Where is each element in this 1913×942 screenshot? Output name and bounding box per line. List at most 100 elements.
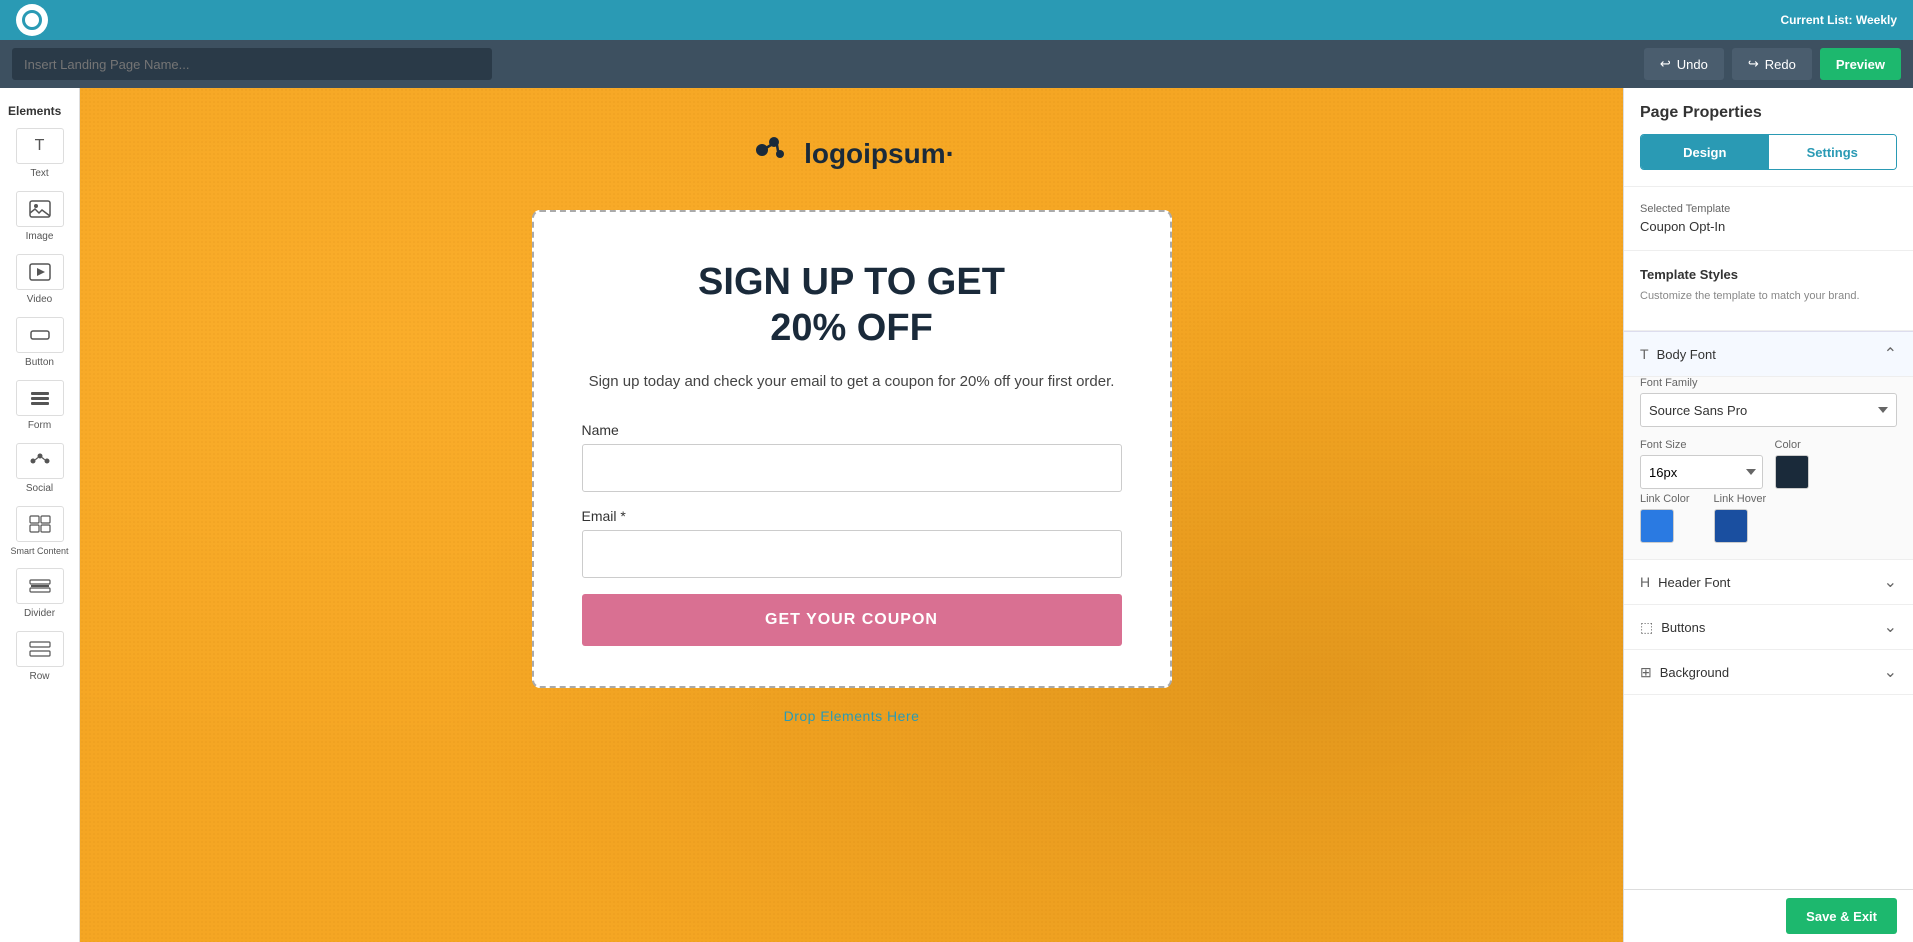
right-panel-header: Page Properties Design Settings	[1624, 88, 1913, 187]
header-font-chevron-icon	[1884, 572, 1897, 592]
topbar: Current List: Weekly	[0, 0, 1913, 40]
canvas-area: logoipsum· SIGN UP TO GET 20% OFF Sign u…	[80, 88, 1623, 942]
social-element-icon	[16, 443, 64, 479]
elements-panel: Elements T Text Image Video Button	[0, 88, 80, 942]
element-form[interactable]: Form	[0, 374, 79, 437]
selected-template-label: Selected Template	[1640, 203, 1897, 215]
image-element-label: Image	[26, 231, 54, 242]
selected-template-section: Selected Template Coupon Opt-In	[1624, 187, 1913, 251]
template-styles-title: Template Styles	[1640, 267, 1897, 282]
preview-button[interactable]: Preview	[1820, 48, 1901, 80]
font-family-row: Font Family Source Sans Pro Arial Georgi…	[1640, 377, 1897, 427]
buttons-label: Buttons	[1661, 620, 1705, 635]
body-font-expanded-section: Font Family Source Sans Pro Arial Georgi…	[1624, 377, 1913, 560]
buttons-icon: ⬚	[1640, 619, 1653, 636]
logo-area: logoipsum·	[748, 128, 955, 180]
text-element-label: Text	[30, 168, 48, 179]
link-color-swatch[interactable]	[1640, 509, 1674, 543]
color-col: Color	[1775, 439, 1898, 489]
font-size-col: Font Size 16px 14px 18px	[1640, 439, 1763, 489]
email-input[interactable]	[582, 530, 1122, 578]
background-accordion[interactable]: ⊞ Background	[1624, 650, 1913, 695]
smart-content-element-label: Smart Content	[10, 546, 68, 556]
design-settings-tabs: Design Settings	[1640, 134, 1897, 170]
smart-content-element-icon	[16, 506, 64, 542]
font-family-select[interactable]: Source Sans Pro Arial Georgia	[1640, 393, 1897, 427]
font-size-select[interactable]: 16px 14px 18px	[1640, 455, 1763, 489]
current-list-label: Current List:	[1781, 13, 1853, 27]
link-colors-row: Link Color Link Hover	[1640, 493, 1897, 543]
form-element-label: Form	[28, 420, 51, 431]
link-hover-label: Link Hover	[1714, 493, 1767, 505]
right-panel-title: Page Properties	[1640, 104, 1897, 122]
font-size-color-row: Font Size 16px 14px 18px Color	[1640, 439, 1897, 489]
template-styles-description: Customize the template to match your bra…	[1640, 290, 1897, 302]
row-element-icon	[16, 631, 64, 667]
color-swatch[interactable]	[1775, 455, 1809, 489]
undo-button[interactable]: Undo	[1644, 48, 1724, 80]
button-element-icon	[16, 317, 64, 353]
elements-panel-title: Elements	[0, 96, 79, 122]
name-input[interactable]	[582, 444, 1122, 492]
header-font-label: Header Font	[1658, 575, 1730, 590]
link-hover-item: Link Hover	[1714, 493, 1767, 543]
element-social[interactable]: Social	[0, 437, 79, 500]
form-subtitle: Sign up today and check your email to ge…	[582, 371, 1122, 394]
link-color-label: Link Color	[1640, 493, 1690, 505]
save-exit-button[interactable]: Save & Exit	[1786, 898, 1897, 934]
canvas-background: logoipsum· SIGN UP TO GET 20% OFF Sign u…	[80, 88, 1623, 942]
brand-logo-text: logoipsum·	[804, 138, 955, 170]
element-image[interactable]: Image	[0, 185, 79, 248]
link-hover-swatch[interactable]	[1714, 509, 1748, 543]
body-font-icon: T	[1640, 346, 1649, 362]
buttons-accordion[interactable]: ⬚ Buttons	[1624, 605, 1913, 650]
form-element-icon	[16, 380, 64, 416]
video-element-icon	[16, 254, 64, 290]
background-chevron-icon	[1884, 662, 1897, 682]
name-label: Name	[582, 422, 1122, 438]
color-label: Color	[1775, 439, 1898, 451]
element-smart-content[interactable]: Smart Content	[0, 500, 79, 562]
social-element-label: Social	[26, 483, 53, 494]
save-exit-bar: Save & Exit	[1624, 889, 1913, 942]
redo-button[interactable]: Redo	[1732, 48, 1812, 80]
page-name-input[interactable]	[12, 48, 492, 80]
divider-element-label: Divider	[24, 608, 55, 619]
text-element-icon: T	[16, 128, 64, 164]
background-label-row: ⊞ Background	[1640, 664, 1729, 681]
app-logo[interactable]	[16, 4, 48, 36]
body-font-label-row: T Body Font	[1640, 346, 1716, 362]
drop-zone: Drop Elements Here	[784, 708, 920, 724]
background-icon: ⊞	[1640, 664, 1652, 681]
divider-element-icon	[16, 568, 64, 604]
row-element-label: Row	[29, 671, 49, 682]
element-button[interactable]: Button	[0, 311, 79, 374]
font-size-label: Font Size	[1640, 439, 1763, 451]
tab-settings[interactable]: Settings	[1769, 135, 1897, 169]
element-video[interactable]: Video	[0, 248, 79, 311]
background-label: Background	[1660, 665, 1729, 680]
undo-icon	[1660, 56, 1671, 72]
main-layout: Elements T Text Image Video Button	[0, 88, 1913, 942]
undo-label: Undo	[1677, 57, 1708, 72]
toolbar: Undo Redo Preview	[0, 40, 1913, 88]
video-element-label: Video	[27, 294, 52, 305]
buttons-label-row: ⬚ Buttons	[1640, 619, 1705, 636]
email-label: Email *	[582, 508, 1122, 524]
body-font-label: Body Font	[1657, 347, 1716, 362]
element-row[interactable]: Row	[0, 625, 79, 688]
redo-icon	[1748, 56, 1759, 72]
header-font-label-row: H Header Font	[1640, 574, 1730, 590]
header-font-accordion[interactable]: H Header Font	[1624, 560, 1913, 605]
tab-design[interactable]: Design	[1641, 135, 1769, 169]
buttons-chevron-icon	[1884, 617, 1897, 637]
body-font-accordion-header[interactable]: T Body Font	[1624, 331, 1913, 377]
current-list-value: Weekly	[1856, 13, 1897, 27]
button-element-label: Button	[25, 357, 54, 368]
element-divider[interactable]: Divider	[0, 562, 79, 625]
element-text[interactable]: T Text	[0, 122, 79, 185]
preview-label: Preview	[1836, 57, 1885, 72]
brand-logo-icon	[748, 128, 792, 180]
form-card: SIGN UP TO GET 20% OFF Sign up today and…	[532, 210, 1172, 688]
get-coupon-button[interactable]: GET YOUR COUPON	[582, 594, 1122, 646]
